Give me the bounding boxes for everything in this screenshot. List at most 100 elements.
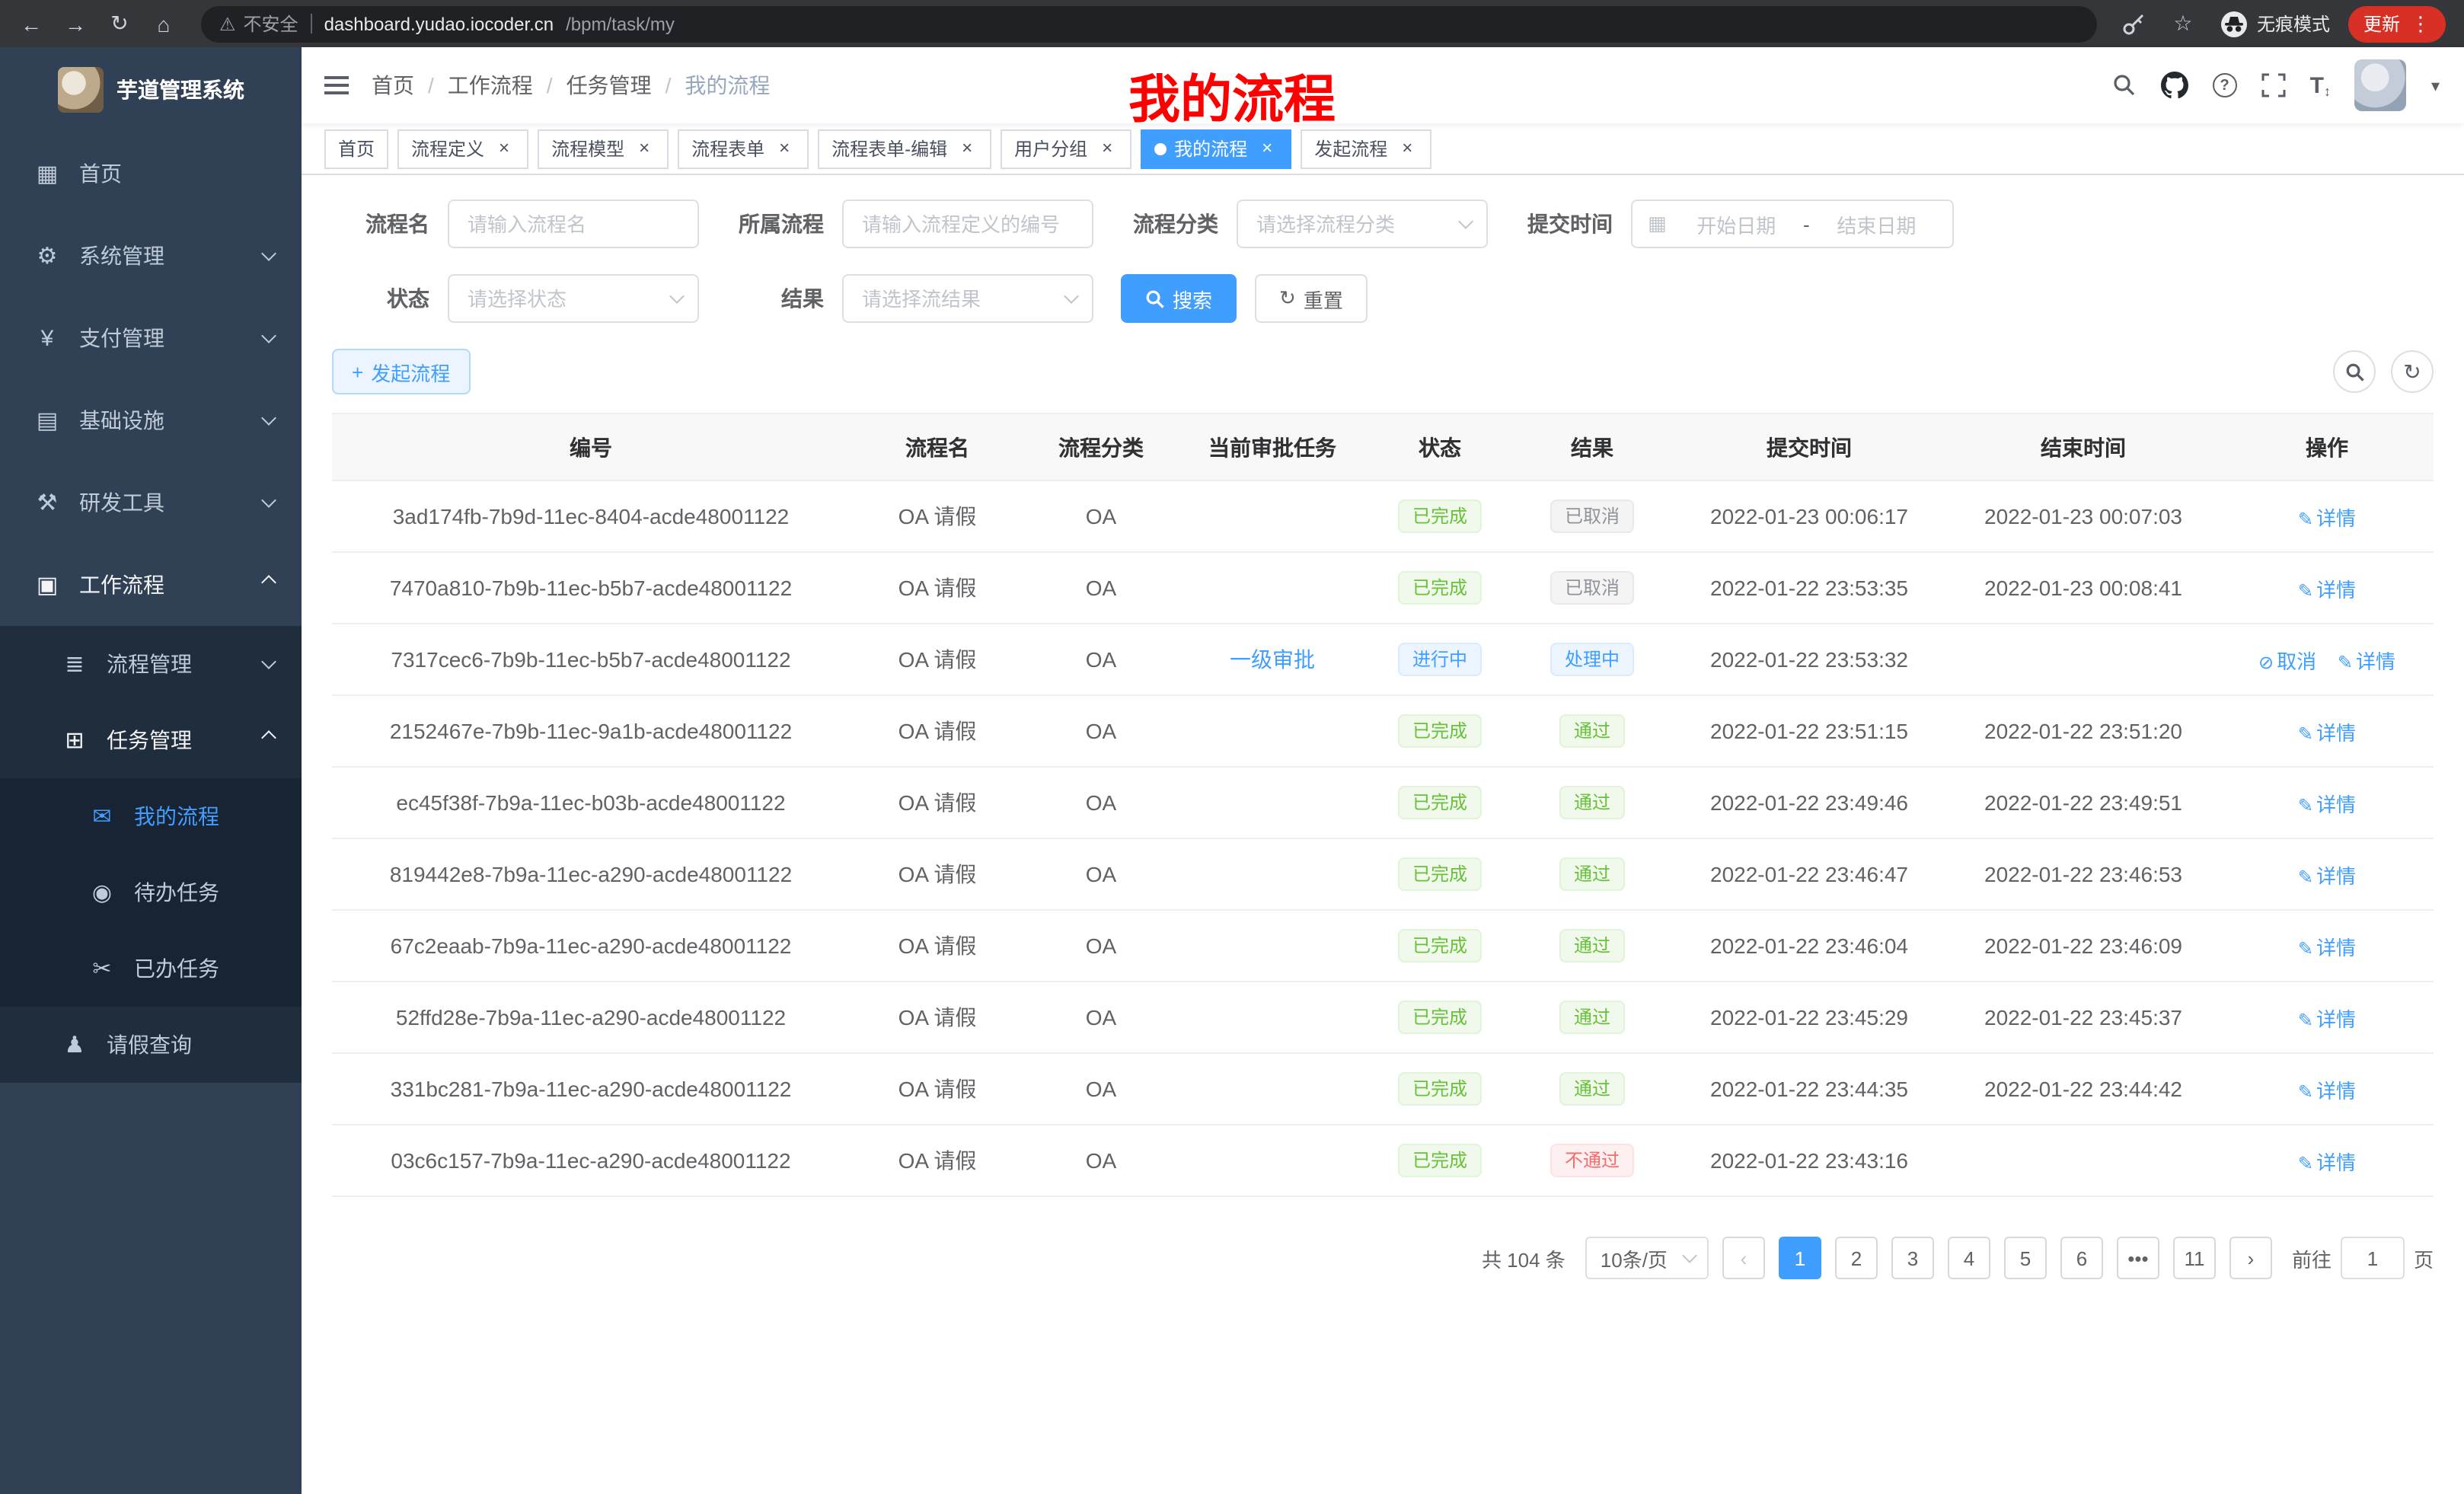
hamburger-icon[interactable] (302, 76, 372, 94)
close-icon[interactable]: × (1096, 138, 1118, 159)
tab[interactable]: 我的流程 × (1141, 129, 1291, 168)
cancel-link[interactable]: ⊘取消 (2258, 650, 2316, 672)
result-select[interactable] (842, 274, 1093, 323)
tab[interactable]: 用户分组 × (1001, 129, 1131, 168)
detail-link[interactable]: ✎详情 (2338, 650, 2395, 672)
date-range-picker[interactable]: ▦ 开始日期 - 结束日期 (1631, 200, 1954, 248)
page-button[interactable]: 5 (2004, 1237, 2047, 1279)
search-toggle-button[interactable] (2333, 350, 2376, 393)
detail-link[interactable]: ✎详情 (2298, 1151, 2356, 1173)
sidebar-item-payment[interactable]: ¥ 支付管理 (0, 297, 302, 379)
sidebar-item-my-process[interactable]: ✉ 我的流程 (0, 778, 302, 854)
page-button[interactable]: 6 (2060, 1237, 2103, 1279)
search-button[interactable]: 搜索 (1121, 274, 1237, 323)
app-logo[interactable]: 芋道管理系统 (0, 47, 302, 132)
cell-process-id: ec45f38f-7b9a-11ec-b03b-acde48001122 (332, 767, 850, 838)
refresh-button[interactable]: ↻ (2391, 350, 2434, 393)
font-size-icon[interactable]: T↕ (2310, 72, 2331, 98)
security-warning[interactable]: ⚠ 不安全 (219, 11, 298, 37)
update-button[interactable]: 更新 ⋮ (2348, 5, 2446, 42)
close-icon[interactable]: × (774, 138, 795, 159)
key-icon[interactable] (2121, 11, 2146, 36)
detail-link[interactable]: ✎详情 (2298, 1079, 2356, 1102)
detail-link[interactable]: ✎详情 (2298, 793, 2356, 816)
page-button[interactable]: 1 (1779, 1237, 1821, 1279)
tab[interactable]: 流程定义 × (397, 129, 528, 168)
current-task-link[interactable]: 一级审批 (1230, 647, 1315, 672)
tab[interactable]: 流程模型 × (538, 129, 669, 168)
avatar[interactable] (2355, 59, 2407, 111)
search-icon[interactable] (2112, 73, 2137, 97)
sidebar-item-system[interactable]: ⚙ 系统管理 (0, 215, 302, 297)
more-menu-icon[interactable]: ⋮ (2411, 11, 2430, 36)
status-badge: 已完成 (1399, 929, 1481, 962)
sidebar-item-leave-query[interactable]: ♟ 请假查询 (0, 1007, 302, 1083)
tab[interactable]: 流程表单-编辑 × (818, 129, 991, 168)
breadcrumb-item[interactable]: 任务管理 (567, 70, 652, 101)
tab[interactable]: 首页 × (324, 129, 388, 168)
page-button[interactable]: 11 (2173, 1237, 2216, 1279)
close-icon[interactable]: × (1256, 138, 1278, 159)
detail-link[interactable]: ✎详情 (2298, 1007, 2356, 1030)
sidebar-item-process-management[interactable]: ≣ 流程管理 (0, 626, 302, 702)
breadcrumb-separator: / (665, 73, 672, 97)
cell-category: OA (1025, 910, 1177, 982)
next-page-button[interactable]: › (2229, 1237, 2272, 1279)
page-content: 流程名 所属流程 流程分类 提交 (302, 175, 2464, 1494)
sidebar-item-todo-tasks[interactable]: ◉ 待办任务 (0, 854, 302, 931)
sidebar-item-home[interactable]: ▦ 首页 (0, 132, 302, 215)
fullscreen-icon[interactable] (2261, 73, 2286, 97)
detail-link[interactable]: ✎详情 (2298, 864, 2356, 887)
close-icon[interactable]: × (493, 138, 515, 159)
page-button[interactable]: ••• (2117, 1237, 2159, 1279)
tab[interactable]: 流程表单 × (678, 129, 809, 168)
page-button[interactable]: 3 (1891, 1237, 1934, 1279)
forward-icon[interactable]: → (56, 5, 94, 43)
home-icon[interactable]: ⌂ (145, 5, 183, 43)
incognito-chip[interactable]: 无痕模式 (2220, 10, 2330, 37)
process-name-input[interactable] (448, 200, 699, 248)
goto-page-input[interactable] (2341, 1237, 2405, 1279)
create-process-button[interactable]: + 发起流程 (332, 349, 470, 394)
caret-down-icon[interactable]: ▾ (2431, 75, 2440, 95)
search-icon (1145, 289, 1165, 308)
page-button[interactable]: 2 (1835, 1237, 1878, 1279)
status-select[interactable] (448, 274, 699, 323)
eye-icon: ◉ (85, 879, 119, 906)
reload-icon[interactable]: ↻ (101, 5, 139, 43)
date-start-placeholder[interactable]: 开始日期 (1676, 209, 1797, 238)
date-end-placeholder[interactable]: 结束日期 (1816, 209, 1937, 238)
close-icon[interactable]: × (634, 138, 655, 159)
detail-link[interactable]: ✎详情 (2298, 936, 2356, 959)
back-icon[interactable]: ← (12, 5, 50, 43)
bookmark-star-icon[interactable]: ☆ (2164, 5, 2202, 43)
prev-page-button[interactable]: ‹ (1722, 1237, 1765, 1279)
detail-link[interactable]: ✎详情 (2298, 578, 2356, 601)
address-bar[interactable]: ⚠ 不安全 dashboard.yudao.iocoder.cn /bpm/ta… (201, 5, 2097, 42)
github-icon[interactable] (2161, 72, 2188, 99)
category-select[interactable] (1237, 200, 1488, 248)
reset-button[interactable]: ↻ 重置 (1255, 274, 1368, 323)
breadcrumb-item[interactable]: 工作流程 (448, 70, 533, 101)
breadcrumb-item[interactable]: 首页 (372, 70, 414, 101)
close-icon[interactable]: × (1396, 138, 1418, 159)
detail-link[interactable]: ✎详情 (2298, 721, 2356, 744)
page-button[interactable]: 4 (1948, 1237, 1990, 1279)
sidebar-item-workflow[interactable]: ▣ 工作流程 (0, 544, 302, 626)
annotation-my-process: 我的流程 (1128, 58, 1336, 132)
cell-submit-time: 2022-01-22 23:51:15 (1672, 695, 1946, 767)
sidebar-item-devtools[interactable]: ⚒ 研发工具 (0, 461, 302, 544)
table-row: 2152467e-7b9b-11ec-9a1b-acde48001122 OA … (332, 695, 2434, 767)
page-size-select[interactable]: 10条/页 (1585, 1237, 1709, 1279)
close-icon[interactable]: × (956, 138, 978, 159)
tab-label: 用户分组 (1014, 136, 1087, 161)
cell-category: OA (1025, 767, 1177, 838)
process-definition-input[interactable] (842, 200, 1093, 248)
sidebar-item-task-management[interactable]: ⊞ 任务管理 (0, 702, 302, 778)
sidebar-item-done-tasks[interactable]: ✂ 已办任务 (0, 931, 302, 1007)
sidebar-item-infrastructure[interactable]: ▤ 基础设施 (0, 379, 302, 461)
chevron-down-icon (261, 246, 276, 261)
detail-link[interactable]: ✎详情 (2298, 506, 2356, 529)
tab[interactable]: 发起流程 × (1301, 129, 1431, 168)
help-icon[interactable]: ? (2213, 73, 2237, 97)
